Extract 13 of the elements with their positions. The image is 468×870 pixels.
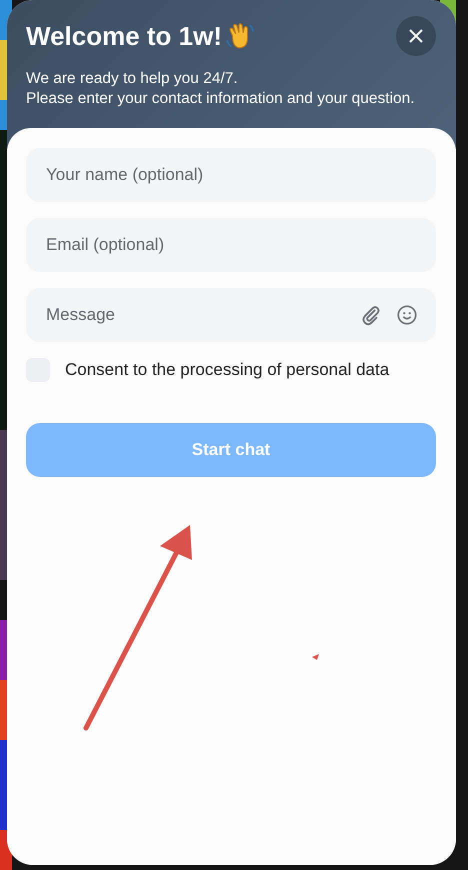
input-field[interactable]: Email (optional): [26, 218, 436, 272]
message-field[interactable]: Message: [26, 288, 436, 342]
waving-hand-icon: [225, 21, 256, 51]
widget-title: Welcome to 1w!: [26, 20, 222, 53]
subtitle-text: We are ready to help you 24/7.: [26, 69, 239, 89]
cursor-mark: [312, 654, 319, 660]
subtitle-text: Please enter your contact information and your question.: [26, 89, 416, 109]
close-button[interactable]: [396, 16, 436, 56]
input-field[interactable]: Your name (optional): [26, 148, 436, 202]
consent-label: Consent to the processing of personal data: [65, 360, 390, 380]
close-icon[interactable]: [408, 28, 424, 44]
paperclip-icon[interactable]: [360, 304, 382, 326]
emoji-icon[interactable]: [396, 304, 418, 326]
